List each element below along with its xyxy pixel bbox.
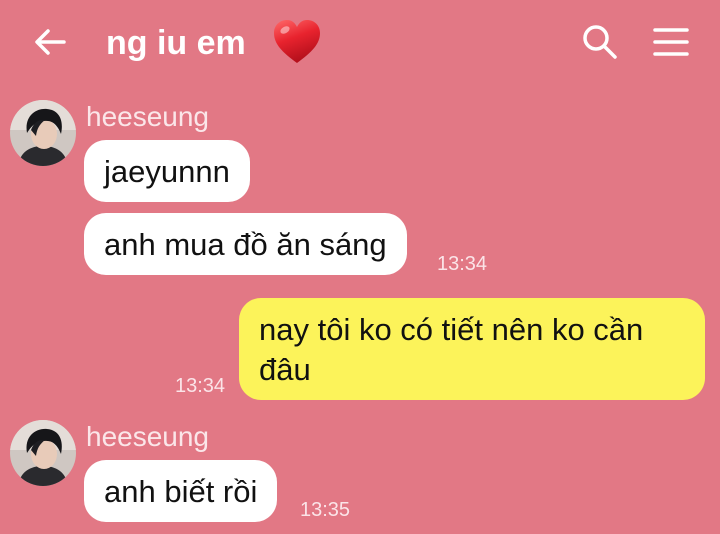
message-bubble[interactable]: jaeyunnn (84, 140, 250, 202)
red-heart-icon (274, 20, 320, 63)
avatar-photo (10, 420, 76, 486)
chat-title: ng iu em (106, 24, 246, 62)
message-bubble[interactable]: anh biết rồi (84, 460, 278, 522)
message-timestamp: 13:34 (175, 375, 226, 397)
menu-button[interactable] (650, 22, 692, 62)
search-icon (583, 25, 617, 59)
avatar[interactable] (10, 420, 76, 486)
chat-header: ng iu em (0, 0, 720, 82)
sender-name: heeseung (86, 101, 210, 132)
message-timestamp: 13:35 (300, 499, 351, 521)
sender-name: heeseung (86, 421, 210, 452)
hamburger-menu-icon (653, 28, 689, 56)
avatar[interactable] (10, 100, 76, 166)
back-button[interactable] (30, 22, 70, 62)
message-timestamp: 13:34 (437, 253, 488, 275)
avatar-photo (10, 100, 76, 166)
my-message-bubble[interactable]: nay tôi ko có tiết nên ko cần đâu (239, 298, 705, 400)
arrow-left-icon (35, 29, 66, 55)
message-bubble[interactable]: anh mua đồ ăn sáng (84, 213, 407, 275)
search-button[interactable] (580, 22, 620, 62)
